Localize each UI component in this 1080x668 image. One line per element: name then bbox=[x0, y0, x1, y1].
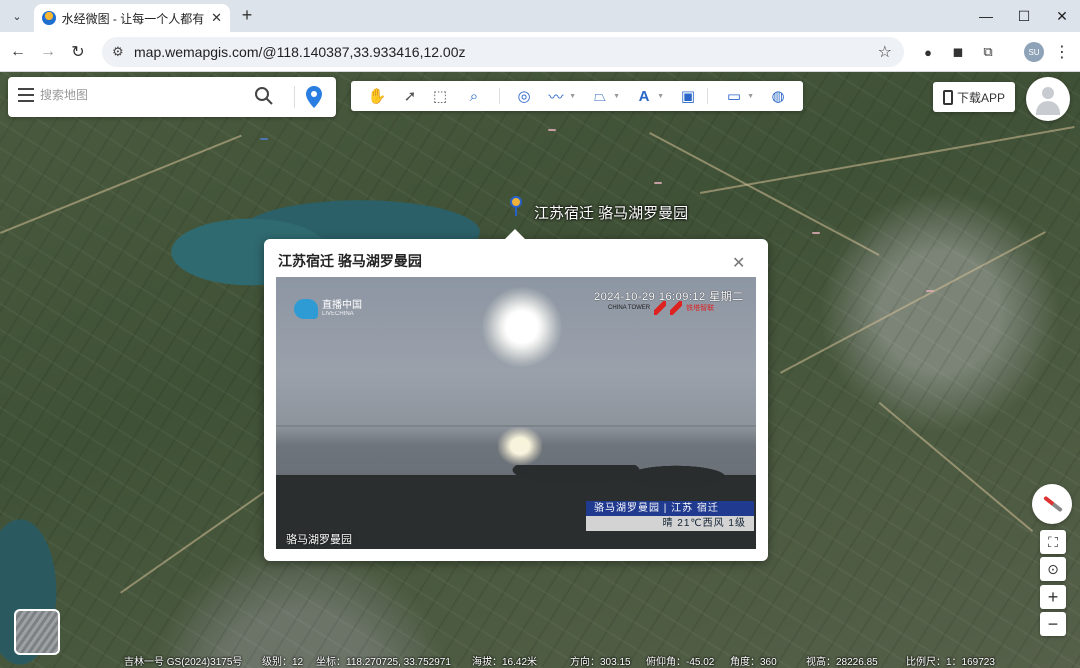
download-app-label: 下载APP bbox=[956, 90, 1005, 105]
user-avatar[interactable] bbox=[1026, 77, 1070, 121]
heading: 方向：303.15 bbox=[570, 657, 631, 668]
poi-popup: 江苏宿迁 骆马湖罗曼园 ✕ 直播中国 LIVECHINA 2024-10-29 … bbox=[264, 229, 768, 561]
map-toolbar: ✋ ➚ ⬚ ⌕ ◎ 〰 ▼ ⏢ ▼ A ▼ ▣ ▭ ▼ ◍ bbox=[351, 81, 803, 111]
location-pin-icon[interactable] bbox=[304, 85, 324, 109]
bookmark-star-icon[interactable]: ☆ bbox=[878, 42, 892, 62]
browser-menu-icon[interactable]: ⋮ bbox=[1054, 42, 1070, 62]
profile-avatar[interactable]: SU bbox=[1024, 42, 1044, 62]
tab-search-dropdown-icon[interactable]: ⌄ bbox=[6, 6, 28, 26]
camera-location-name: 骆马湖罗曼园 bbox=[286, 534, 352, 546]
toolbar-divider bbox=[707, 88, 708, 104]
map-road bbox=[649, 132, 880, 256]
map-road bbox=[780, 231, 1046, 374]
compass-icon[interactable] bbox=[1032, 484, 1072, 524]
url-text[interactable]: map.wemapgis.com/@118.140387,33.933416,1… bbox=[134, 44, 466, 60]
browser-tab-bar: ⌄ 水经微图 - 让每一个人都有自己 ✕ + — ☐ ✕ bbox=[0, 0, 1080, 32]
popup-close-icon[interactable]: ✕ bbox=[732, 253, 745, 273]
address-bar[interactable]: ⚙ map.wemapgis.com/@118.140387,33.933416… bbox=[102, 37, 904, 67]
image-icon[interactable]: ▣ bbox=[677, 85, 699, 107]
map-road-label bbox=[548, 129, 556, 131]
tietazhilian-icon bbox=[670, 301, 683, 315]
add-text-icon[interactable]: A ▼ bbox=[633, 85, 664, 107]
menu-icon[interactable] bbox=[18, 88, 34, 102]
livechina-brand-sub: LIVECHINA bbox=[322, 311, 354, 317]
extension-globe-icon[interactable]: ● bbox=[918, 42, 938, 62]
draw-line-icon[interactable]: 〰 ▼ bbox=[545, 85, 576, 107]
map-road-label bbox=[812, 232, 820, 234]
map-road bbox=[0, 134, 242, 234]
live-camera-video[interactable]: 直播中国 LIVECHINA 2024-10-29 16:09:12 星期二 C… bbox=[276, 277, 756, 549]
fullscreen-icon[interactable]: ⛶ bbox=[1040, 530, 1066, 554]
map-road-label bbox=[654, 182, 662, 184]
my-location-icon[interactable]: ⊙ bbox=[1040, 557, 1066, 581]
livechina-logo-icon bbox=[294, 299, 318, 319]
zoom-box-icon[interactable]: ⌕ bbox=[463, 85, 485, 107]
china-tower-icon bbox=[654, 301, 667, 315]
browser-tab[interactable]: 水经微图 - 让每一个人都有自己 ✕ bbox=[34, 4, 230, 32]
site-favicon-icon bbox=[42, 11, 56, 25]
cursor-coordinates: 坐标：118.270725, 33.752971 bbox=[316, 657, 451, 668]
search-icon[interactable] bbox=[254, 86, 274, 106]
map-road-label bbox=[926, 290, 934, 292]
caption-weather: 晴 21℃西风 1级 bbox=[586, 516, 754, 531]
zoom-level: 级别：12 bbox=[262, 657, 304, 668]
map-road bbox=[700, 126, 1075, 194]
zoom-out-button[interactable]: − bbox=[1040, 612, 1066, 636]
browser-toolbar: ← → ↻ ⚙ map.wemapgis.com/@118.140387,33.… bbox=[0, 32, 1080, 72]
search-box bbox=[8, 77, 336, 117]
sun-reflection bbox=[498, 427, 542, 465]
poi-marker-icon[interactable] bbox=[510, 196, 522, 216]
search-divider bbox=[294, 86, 295, 108]
caption-location: 骆马湖罗曼园 | 江苏 宿迁 bbox=[586, 501, 754, 516]
tab-close-icon[interactable]: ✕ bbox=[211, 10, 222, 26]
extension-incognito-icon[interactable]: ◼ bbox=[948, 42, 968, 62]
reload-icon[interactable]: ↻ bbox=[66, 40, 90, 64]
new-tab-icon[interactable]: + bbox=[236, 6, 258, 26]
map-road bbox=[878, 402, 1034, 533]
tietazhilian-text: 铁塔智联 bbox=[686, 305, 715, 312]
map-road-label bbox=[260, 138, 268, 140]
camera-caption: 骆马湖罗曼园 | 江苏 宿迁 晴 21℃西风 1级 bbox=[586, 501, 754, 531]
measure-ruler-icon[interactable]: ▭ ▼ bbox=[723, 85, 754, 107]
china-tower-text: CHINA TOWER bbox=[608, 305, 651, 311]
extensions-puzzle-icon[interactable]: ⧉ bbox=[978, 42, 998, 62]
add-marker-icon[interactable]: ◎ bbox=[513, 85, 535, 107]
back-icon[interactable]: ← bbox=[6, 40, 30, 64]
toolbar-divider bbox=[499, 88, 500, 104]
popup-title: 江苏宿迁 骆马湖罗曼园 bbox=[278, 253, 422, 269]
phone-icon bbox=[942, 89, 953, 105]
map-status-bar: 吉林一号 GS(2024)3175号 级别：12 坐标：118.270725, … bbox=[0, 650, 1080, 668]
map-scale: 比例尺：1：169723 bbox=[906, 657, 995, 668]
search-input[interactable] bbox=[40, 88, 240, 102]
partner-logos: CHINA TOWER 铁塔智联 bbox=[608, 301, 714, 315]
window-close-icon[interactable]: ✕ bbox=[1040, 4, 1080, 28]
livechina-brand: 直播中国 bbox=[322, 300, 362, 311]
pitch: 俯仰角：-45.02 bbox=[646, 657, 715, 668]
poi-label[interactable]: 江苏宿迁 骆马湖罗曼园 bbox=[534, 202, 688, 223]
sun-image bbox=[482, 287, 562, 367]
globe-icon[interactable]: ◍ bbox=[767, 85, 789, 107]
imagery-source: 吉林一号 GS(2024)3175号 bbox=[124, 657, 243, 668]
popup-pointer bbox=[504, 229, 526, 240]
angle: 角度：360 bbox=[730, 657, 777, 668]
view-height: 视高：28226.85 bbox=[806, 657, 878, 668]
forward-icon[interactable]: → bbox=[36, 40, 60, 64]
box-select-icon[interactable]: ⬚ bbox=[429, 85, 451, 107]
draw-polygon-icon[interactable]: ⏢ ▼ bbox=[589, 85, 620, 107]
layer-switch-thumbnail[interactable] bbox=[14, 609, 60, 655]
pan-hand-icon[interactable]: ✋ bbox=[366, 85, 388, 107]
select-pointer-icon[interactable]: ➚ bbox=[399, 85, 421, 107]
livechina-logo: 直播中国 LIVECHINA bbox=[294, 299, 362, 319]
zoom-in-button[interactable]: + bbox=[1040, 585, 1066, 609]
map-road bbox=[120, 477, 285, 594]
altitude: 海拔：16.42米 bbox=[472, 657, 538, 668]
tab-title: 水经微图 - 让每一个人都有自己 bbox=[61, 11, 206, 26]
map-viewport[interactable]: 江苏宿迁 骆马湖罗曼园 ✋ ➚ ⬚ ⌕ ◎ 〰▼ ⏢▼ A▼ ▣ ▭▼ ◍ 下载… bbox=[0, 72, 1080, 668]
download-app-button[interactable]: 下载APP bbox=[933, 82, 1015, 112]
site-settings-icon[interactable]: ⚙ bbox=[112, 44, 124, 60]
